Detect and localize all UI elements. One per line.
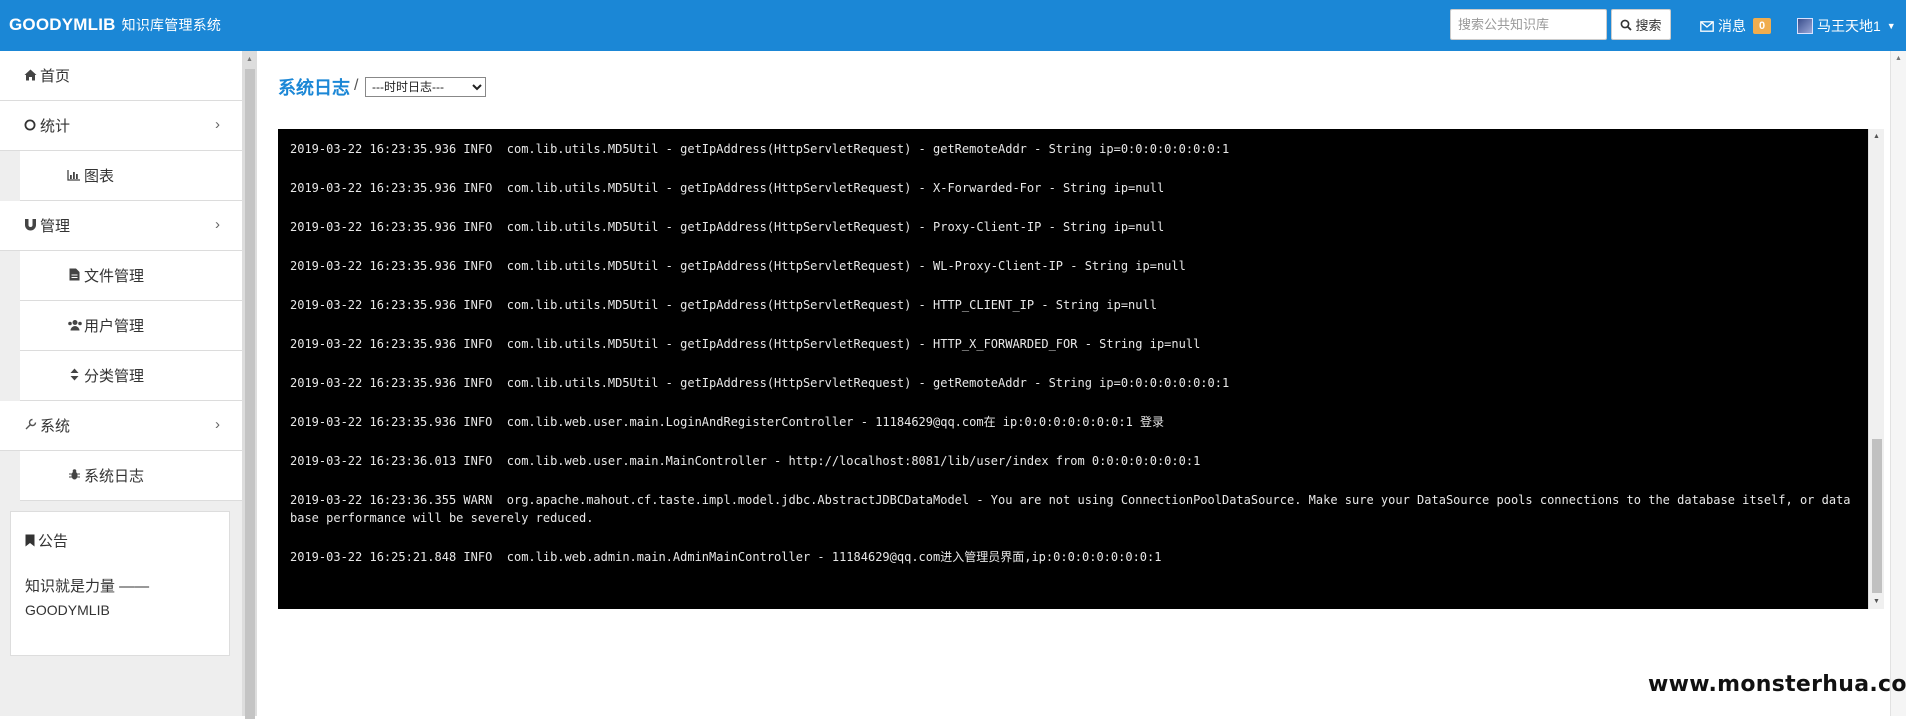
log-line: 2019-03-22 16:23:35.936 INFO com.lib.uti…	[290, 298, 1157, 312]
bookmark-icon	[25, 534, 35, 547]
sidebar-item-charts[interactable]: 图表	[20, 151, 242, 201]
sidebar-item-label: 系统	[40, 418, 71, 435]
log-console-scrollbar[interactable]: ▲ ▼	[1868, 129, 1884, 609]
search-input[interactable]	[1450, 9, 1607, 40]
chevron-right-icon: ›	[215, 416, 220, 433]
messages-count-badge: 0	[1753, 18, 1772, 34]
sidebar-item-label: 统计	[40, 118, 71, 135]
scroll-up-arrow-icon[interactable]: ▲	[1873, 133, 1880, 140]
sidebar-item-system[interactable]: 系统 ›	[0, 401, 242, 451]
user-name: 马王天地1	[1817, 18, 1881, 34]
sidebar-item-user-manage[interactable]: 用户管理	[20, 301, 242, 351]
sidebar-item-label: 文件管理	[84, 268, 145, 285]
log-line: 2019-03-22 16:23:35.936 INFO com.lib.web…	[290, 415, 1165, 429]
watermark: www.monsterhua.com	[1648, 672, 1906, 697]
chevron-right-icon: ›	[215, 216, 220, 233]
log-console-scrollbar-thumb[interactable]	[1872, 439, 1882, 593]
sidebar-item-system-log[interactable]: 系统日志	[20, 451, 242, 501]
sidebar-item-label: 系统日志	[84, 468, 145, 485]
log-line: 2019-03-22 16:23:35.936 INFO com.lib.uti…	[290, 220, 1165, 234]
scroll-down-arrow-icon[interactable]: ▼	[1873, 598, 1880, 605]
scroll-up-arrow-icon[interactable]: ▲	[246, 56, 253, 63]
notice-body: 知识就是力量 —— GOODYMLIB	[25, 574, 215, 621]
log-line: 2019-03-22 16:23:36.355 WARN org.apache.…	[290, 493, 1851, 525]
users-icon	[67, 318, 82, 334]
notice-panel: 公告 知识就是力量 —— GOODYMLIB	[10, 511, 230, 656]
sidebar: 首页 统计 › 图表 管理 › 文件管理 用户管理 分类管理 系统 › 系统日志…	[0, 51, 243, 716]
sidebar-item-home[interactable]: 首页	[0, 51, 242, 101]
sidebar-item-label: 管理	[40, 218, 71, 235]
sidebar-item-label: 分类管理	[84, 368, 145, 385]
circle-icon	[23, 118, 37, 134]
sidebar-item-label: 用户管理	[84, 318, 145, 335]
home-icon	[23, 68, 37, 84]
file-icon	[67, 268, 81, 284]
user-menu[interactable]: 马王天地1 ▼	[1797, 16, 1896, 36]
bar-chart-icon	[67, 168, 81, 184]
scroll-up-arrow-icon[interactable]: ▲	[1895, 55, 1902, 62]
log-line: 2019-03-22 16:23:35.936 INFO com.lib.uti…	[290, 376, 1230, 390]
search-button[interactable]: 搜索	[1611, 9, 1671, 40]
sidebar-item-manage[interactable]: 管理 ›	[0, 201, 242, 251]
notice-line-2: GOODYMLIB	[25, 602, 110, 618]
log-line: 2019-03-22 16:23:36.013 INFO com.lib.web…	[290, 454, 1201, 468]
search-button-label: 搜索	[1635, 18, 1662, 33]
notice-title-text: 公告	[38, 533, 69, 550]
brand-logo[interactable]: GOODYMLIB 知识库管理系统	[9, 15, 221, 35]
search-icon	[1621, 19, 1633, 31]
page-title: 系统日志	[278, 78, 350, 98]
log-line: 2019-03-22 16:23:35.936 INFO com.lib.uti…	[290, 259, 1186, 273]
top-navbar: GOODYMLIB 知识库管理系统 搜索 消息 0 马王天地1 ▼	[0, 0, 1906, 51]
sidebar-item-label: 图表	[84, 168, 115, 185]
log-type-select[interactable]: ---时时日志---	[365, 77, 486, 97]
sidebar-menu: 首页 统计 › 图表 管理 › 文件管理 用户管理 分类管理 系统 › 系统日志	[0, 51, 242, 501]
notice-line-1: 知识就是力量 ——	[25, 578, 150, 595]
messages-link[interactable]: 消息 0	[1700, 16, 1772, 36]
log-console: 2019-03-22 16:23:35.936 INFO com.lib.uti…	[278, 129, 1868, 609]
breadcrumb-separator: /	[354, 77, 359, 94]
sidebar-item-label: 首页	[40, 68, 71, 85]
avatar	[1797, 18, 1813, 34]
log-line: 2019-03-22 16:23:35.936 INFO com.lib.uti…	[290, 142, 1230, 156]
notice-title: 公告	[25, 530, 68, 551]
bug-icon	[67, 468, 81, 484]
log-line: 2019-03-22 16:23:35.936 INFO com.lib.uti…	[290, 181, 1165, 195]
caret-down-icon: ▼	[1886, 21, 1896, 31]
messages-label: 消息	[1718, 18, 1746, 34]
log-line: 2019-03-22 16:25:21.848 INFO com.lib.web…	[290, 550, 1162, 564]
sidebar-scrollbar-thumb[interactable]	[245, 69, 255, 719]
brand-subtitle[interactable]: 知识库管理系统	[122, 17, 221, 33]
wrench-icon	[23, 418, 37, 434]
magnet-icon	[23, 218, 37, 234]
sidebar-item-file-manage[interactable]: 文件管理	[20, 251, 242, 301]
chevron-right-icon: ›	[215, 116, 220, 133]
sidebar-item-stats[interactable]: 统计 ›	[0, 101, 242, 151]
sidebar-item-category-manage[interactable]: 分类管理	[20, 351, 242, 401]
sort-icon	[67, 368, 81, 384]
sidebar-scrollbar[interactable]: ▲	[243, 51, 257, 719]
page-scrollbar[interactable]: ▲	[1890, 51, 1906, 716]
brand-name[interactable]: GOODYMLIB	[9, 15, 116, 34]
envelope-icon	[1700, 20, 1714, 32]
log-line: 2019-03-22 16:23:35.936 INFO com.lib.uti…	[290, 337, 1201, 351]
